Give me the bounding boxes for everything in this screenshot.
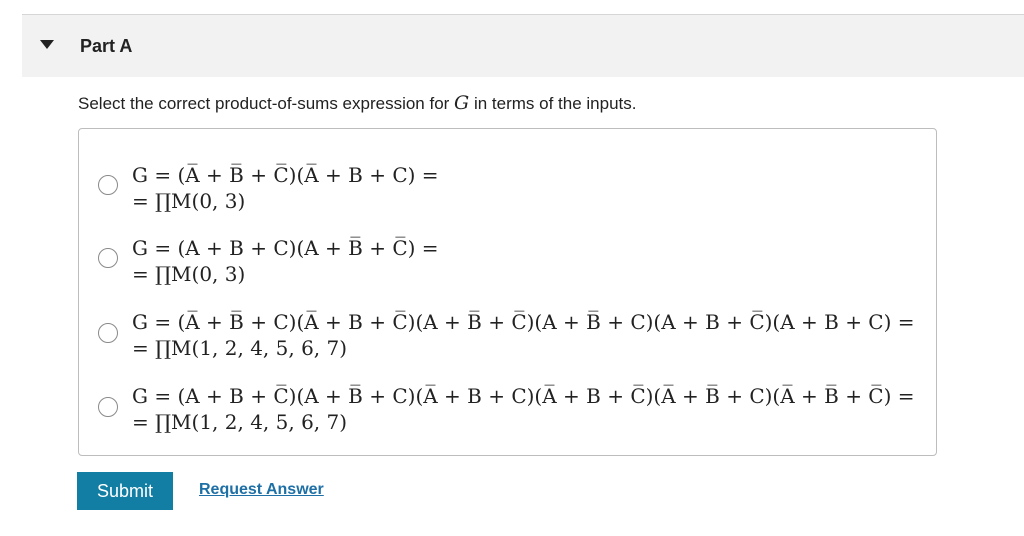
option-2-line1: G = (A + B + C)(A + B̅ + C̅) = [132, 236, 439, 260]
caret-down-icon[interactable] [40, 40, 54, 49]
option-1-expression: G = (A̅ + B̅ + C̅)(A̅ + B + C) = = ∏M(0,… [132, 162, 439, 214]
prompt-text-after: in terms of the inputs. [469, 94, 637, 113]
question-prompt: Select the correct product-of-sums expre… [78, 92, 636, 114]
request-answer-link[interactable]: Request Answer [199, 481, 324, 499]
answer-options: G = (A̅ + B̅ + C̅)(A̅ + B + C) = = ∏M(0,… [78, 128, 937, 456]
option-4-line1: G = (A + B + C̅)(A + B̅ + C)(A̅ + B + C)… [132, 384, 915, 408]
option-4[interactable]: G = (A + B + C̅)(A + B̅ + C)(A̅ + B + C)… [79, 383, 936, 453]
option-3-expression: G = (A̅ + B̅ + C)(A̅ + B + C̅)(A + B̅ + … [132, 309, 915, 361]
option-4-radio[interactable] [98, 397, 118, 417]
part-header[interactable] [22, 15, 1024, 77]
option-3-radio[interactable] [98, 323, 118, 343]
option-2-line2: = ∏M(0, 3) [132, 262, 246, 286]
option-1-radio[interactable] [98, 175, 118, 195]
option-4-expression: G = (A + B + C̅)(A + B̅ + C)(A̅ + B + C)… [132, 383, 915, 435]
option-1-line2: = ∏M(0, 3) [132, 189, 246, 213]
option-1-line1: G = (A̅ + B̅ + C̅)(A̅ + B + C) = [132, 163, 439, 187]
option-2[interactable]: G = (A + B + C)(A + B̅ + C̅) = = ∏M(0, 3… [79, 232, 936, 302]
option-3[interactable]: G = (A̅ + B̅ + C)(A̅ + B + C̅)(A + B̅ + … [79, 309, 936, 379]
submit-button[interactable]: Submit [77, 472, 173, 510]
prompt-text-before: Select the correct product-of-sums expre… [78, 94, 455, 113]
prompt-variable: G [454, 92, 470, 114]
part-title: Part A [80, 36, 133, 56]
option-1[interactable]: G = (A̅ + B̅ + C̅)(A̅ + B + C) = = ∏M(0,… [79, 159, 936, 229]
option-3-line1: G = (A̅ + B̅ + C)(A̅ + B + C̅)(A + B̅ + … [132, 310, 915, 334]
option-3-line2: = ∏M(1, 2, 4, 5, 6, 7) [132, 336, 348, 360]
option-4-line2: = ∏M(1, 2, 4, 5, 6, 7) [132, 410, 348, 434]
option-2-expression: G = (A + B + C)(A + B̅ + C̅) = = ∏M(0, 3… [132, 235, 439, 287]
option-2-radio[interactable] [98, 248, 118, 268]
